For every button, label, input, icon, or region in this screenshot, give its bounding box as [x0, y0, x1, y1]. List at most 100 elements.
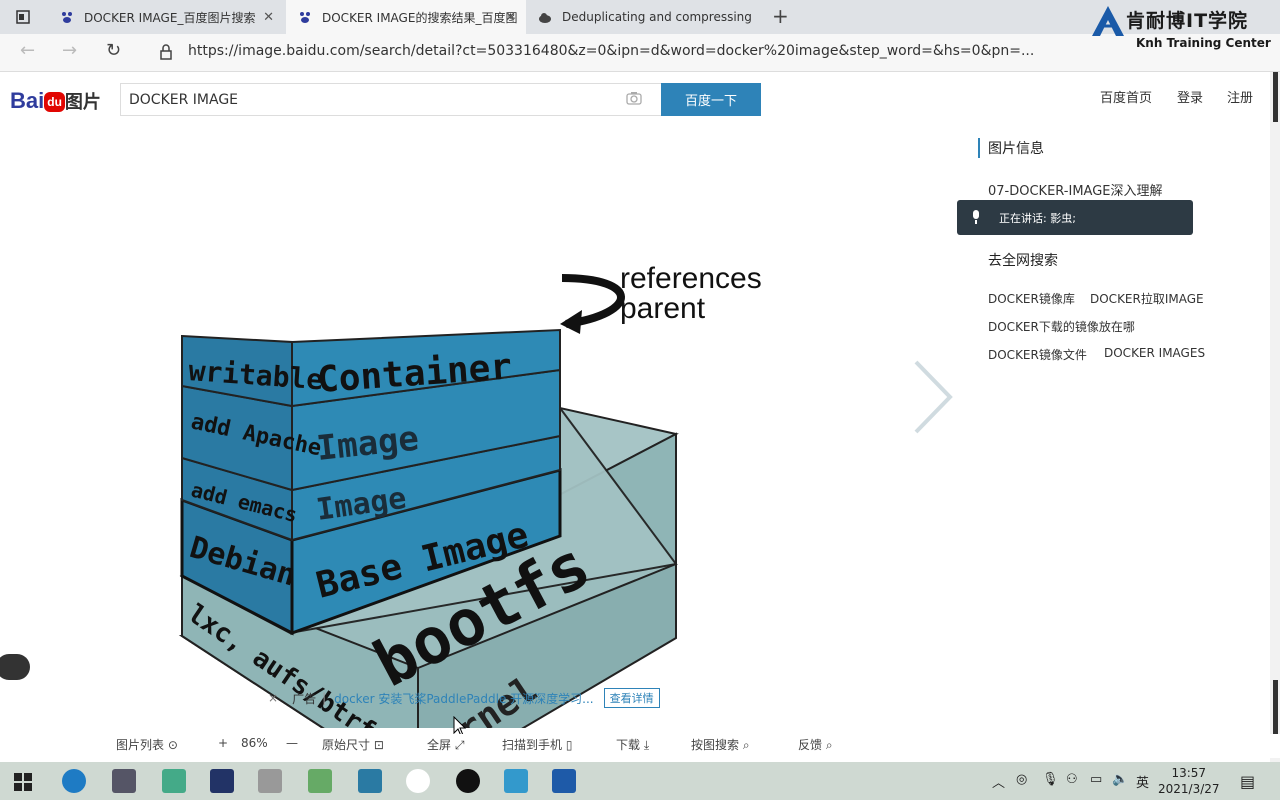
search-value: DOCKER IMAGE	[129, 91, 239, 108]
image-viewer: writable Container add Apache Image add …	[0, 128, 960, 728]
docker-layers-diagram[interactable]: writable Container add Apache Image add …	[0, 128, 960, 728]
clock-date: 2021/3/27	[1158, 782, 1220, 796]
tab-docker-image-results[interactable]: DOCKER IMAGE的搜索结果_百度图 ✕	[286, 0, 526, 34]
close-tab-icon[interactable]: ✕	[263, 10, 274, 25]
chat-bubble-button[interactable]	[0, 654, 30, 680]
watermark-logo: 肯耐博IT学院 Knh Training Center	[1080, 0, 1280, 74]
chevron-icon: ⊙	[167, 738, 178, 752]
brand-name-en: Knh Training Center	[1136, 36, 1271, 50]
zoom-out-button[interactable]: —	[286, 736, 298, 750]
camera-icon[interactable]	[626, 91, 642, 105]
zoom-level: 86%	[241, 736, 268, 750]
volume-icon[interactable]: 🔈	[1112, 772, 1128, 787]
baidu-home-link[interactable]: 百度首页	[1100, 87, 1152, 106]
tab-label: Deduplicating and compressing	[562, 10, 752, 24]
windows-taskbar: ︿ ◎ 🎙 ⚇ ▭ 🔈 英 13:57 2021/3/27 ▤	[0, 762, 1280, 800]
lock-icon[interactable]	[160, 44, 172, 60]
search-by-image-button[interactable]: 按图搜索 ⌕	[691, 736, 750, 753]
viewer-toolbar: 图片列表 ⊙ + 86% — 原始尺寸 ⊡ 全屏 ⤢ 扫描到手机 ▯ 下载 ⤓ …	[0, 734, 1280, 758]
original-size-label: 原始尺寸	[322, 738, 371, 752]
next-image-arrow-icon[interactable]	[912, 360, 954, 434]
app-icon[interactable]	[308, 769, 332, 793]
image-info-panel: 图片信息 07-DOCKER-IMAGE深入理解 正在讲话: 影虫; 去全网搜索…	[957, 128, 1268, 448]
new-tab-button[interactable]: +	[772, 4, 789, 28]
window-menu-button[interactable]	[0, 0, 46, 34]
app-icon[interactable]	[112, 769, 136, 793]
chevron-up-icon[interactable]: ︿	[992, 772, 1005, 791]
register-link[interactable]: 注册	[1227, 87, 1253, 106]
windows-start-icon[interactable]	[14, 773, 32, 791]
related-search-link[interactable]: DOCKER IMAGES	[1104, 346, 1205, 360]
tab-deduplicating[interactable]: Deduplicating and compressing	[526, 0, 764, 34]
related-search-link[interactable]: DOCKER镜像库	[988, 290, 1075, 307]
scrollbar-thumb-top[interactable]	[1273, 72, 1278, 122]
close-tab-icon[interactable]: ✕	[505, 10, 516, 25]
speaking-text: 正在讲话: 影虫;	[999, 211, 1076, 225]
fullscreen-button[interactable]: 全屏 ⤢	[427, 736, 464, 753]
tab-label: DOCKER IMAGE_百度图片搜索	[84, 10, 256, 25]
microphone-icon[interactable]: 🎙	[1042, 772, 1059, 787]
microphone-icon	[973, 210, 979, 224]
obs-icon[interactable]	[456, 769, 480, 793]
feedback-label: 反馈	[798, 738, 823, 752]
paint-icon[interactable]	[504, 769, 528, 793]
reload-icon[interactable]: ↻	[106, 40, 121, 61]
close-ad-icon[interactable]: ×	[268, 691, 278, 705]
page-scrollbar[interactable]	[1270, 72, 1280, 762]
remote-desktop-icon[interactable]	[210, 769, 234, 793]
notification-icon[interactable]: ▤	[1240, 772, 1255, 791]
clock-time: 13:57	[1171, 766, 1207, 780]
original-size-button[interactable]: 原始尺寸 ⊡	[322, 736, 384, 753]
tray-icon[interactable]: ⚇	[1066, 772, 1078, 787]
ad-tag: 广告	[292, 691, 317, 706]
tab-label: DOCKER IMAGE的搜索结果_百度图	[322, 10, 518, 25]
cloud-icon	[539, 13, 551, 23]
search-by-image-label: 按图搜索	[691, 738, 740, 752]
related-search-link[interactable]: DOCKER镜像文件	[988, 346, 1087, 363]
baidu-paw-icon	[300, 12, 310, 23]
app-icon[interactable]	[358, 769, 382, 793]
feedback-icon: ⌕	[825, 738, 833, 752]
search-button[interactable]: 百度一下	[661, 83, 761, 116]
fullscreen-label: 全屏	[427, 738, 452, 752]
download-label: 下载	[616, 738, 641, 752]
panel-title: 图片信息	[978, 138, 1044, 158]
app-icon[interactable]	[406, 769, 430, 793]
references-label: references	[620, 262, 762, 295]
baidu-header: Bai du 图片 DOCKER IMAGE 百度一下 百度首页 登录 注册	[0, 72, 1280, 128]
image-list-button[interactable]: 图片列表 ⊙	[116, 736, 178, 753]
photo-app-icon[interactable]	[162, 769, 186, 793]
scan-to-phone-button[interactable]: 扫描到手机 ▯	[502, 736, 572, 753]
edge-browser-icon[interactable]	[62, 769, 86, 793]
forward-arrow-icon[interactable]: →	[62, 40, 77, 61]
tab-docker-image-search[interactable]: DOCKER IMAGE_百度图片搜索 ✕	[48, 0, 284, 34]
related-search-link[interactable]: DOCKER拉取IMAGE	[1090, 290, 1204, 307]
search-input[interactable]: DOCKER IMAGE	[120, 83, 662, 116]
logo-du: du	[44, 92, 65, 113]
ad-banner: × 广告 | docker 安装飞桨PaddlePaddle 开源深度学习...…	[268, 688, 660, 708]
word-icon[interactable]	[552, 769, 576, 793]
download-button[interactable]: 下载 ⤓	[616, 736, 649, 753]
zoom-in-button[interactable]: +	[218, 736, 228, 750]
related-search-link[interactable]: DOCKER下载的镜像放在哪	[988, 318, 1135, 335]
brand-logo-icon	[1092, 6, 1124, 36]
ad-link[interactable]: docker 安装飞桨PaddlePaddle 开源深度学习...	[334, 690, 593, 707]
baidu-image-logo[interactable]: Bai du 图片	[10, 88, 101, 114]
address-bar[interactable]: https://image.baidu.com/search/detail?ct…	[188, 43, 1034, 59]
ad-details-button[interactable]: 查看详情	[603, 688, 660, 708]
network-icon[interactable]: ◎	[1016, 772, 1027, 787]
login-link[interactable]: 登录	[1177, 87, 1203, 106]
download-icon: ⤓	[643, 738, 650, 752]
phone-icon: ▯	[565, 738, 573, 752]
ime-indicator[interactable]: 英	[1136, 772, 1149, 791]
resize-icon: ⊡	[373, 738, 384, 752]
parent-label: parent	[620, 292, 706, 325]
system-clock[interactable]: 13:57 2021/3/27	[1158, 765, 1220, 797]
window-icon	[16, 10, 30, 24]
feedback-button[interactable]: 反馈 ⌕	[798, 736, 833, 753]
brand-name-cn: 肯耐博IT学院	[1126, 10, 1249, 32]
back-arrow-icon[interactable]: ←	[20, 40, 35, 61]
display-icon[interactable]: ▭	[1090, 772, 1102, 787]
app-icon[interactable]	[258, 769, 282, 793]
baidu-paw-icon	[62, 12, 72, 23]
